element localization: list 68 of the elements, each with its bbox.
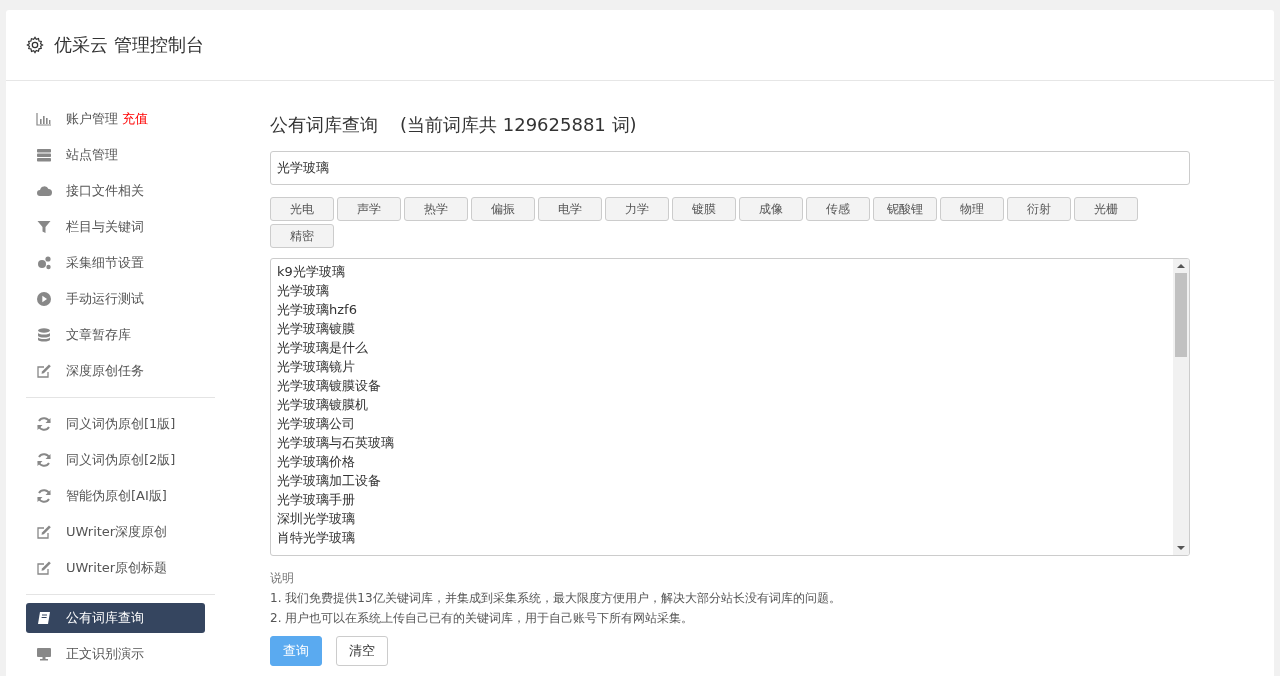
tag-button[interactable]: 光电 bbox=[270, 197, 334, 221]
result-item[interactable]: 光学玻璃hzf6 bbox=[277, 300, 1167, 319]
sidebar-item[interactable]: 智能伪原创[AI版] bbox=[26, 478, 205, 514]
clear-button[interactable]: 清空 bbox=[336, 636, 388, 666]
tag-button[interactable]: 镀膜 bbox=[672, 197, 736, 221]
sidebar-item[interactable]: 采集细节设置 bbox=[26, 245, 205, 281]
edit-icon bbox=[36, 363, 52, 379]
sidebar-item[interactable]: 接口文件相关 bbox=[26, 173, 205, 209]
result-item[interactable]: 光学玻璃镀膜设备 bbox=[277, 376, 1167, 395]
result-item[interactable]: 深圳光学玻璃 bbox=[277, 509, 1167, 528]
tag-button[interactable]: 铌酸锂 bbox=[873, 197, 937, 221]
sidebar-item[interactable]: 深度原创任务 bbox=[26, 353, 205, 389]
result-item[interactable]: 光学玻璃是什么 bbox=[277, 338, 1167, 357]
database-icon bbox=[36, 327, 52, 343]
play-icon bbox=[36, 291, 52, 307]
tag-button[interactable]: 电学 bbox=[538, 197, 602, 221]
result-item[interactable]: 肖特光学玻璃 bbox=[277, 528, 1167, 547]
tag-button[interactable]: 物理 bbox=[940, 197, 1004, 221]
page-title: 公有词库查询 bbox=[270, 113, 378, 137]
refresh-icon bbox=[36, 416, 52, 432]
tag-button[interactable]: 热学 bbox=[404, 197, 468, 221]
sidebar-item[interactable]: 同义词伪原创[2版] bbox=[26, 442, 205, 478]
edit-icon bbox=[36, 560, 52, 576]
refresh-icon bbox=[36, 488, 52, 504]
result-item[interactable]: 光学玻璃镜片 bbox=[277, 357, 1167, 376]
tag-button[interactable]: 偏振 bbox=[471, 197, 535, 221]
result-item[interactable]: 光学玻璃镀膜 bbox=[277, 319, 1167, 338]
tag-button[interactable]: 衍射 bbox=[1007, 197, 1071, 221]
refresh-icon bbox=[36, 452, 52, 468]
result-item[interactable]: 光学玻璃与石英玻璃 bbox=[277, 433, 1167, 452]
tag-button[interactable]: 光栅 bbox=[1074, 197, 1138, 221]
tag-button[interactable]: 传感 bbox=[806, 197, 870, 221]
tag-button[interactable]: 成像 bbox=[739, 197, 803, 221]
sidebar-item[interactable]: 文章暂存库 bbox=[26, 317, 205, 353]
sidebar-item[interactable]: 站点管理 bbox=[26, 137, 205, 173]
book-icon bbox=[36, 610, 52, 626]
sidebar-item[interactable]: 同义词伪原创[1版] bbox=[26, 406, 205, 442]
bar-chart-icon bbox=[36, 111, 52, 127]
tag-button[interactable]: 精密 bbox=[270, 224, 334, 248]
note-text: 1. 我们免费提供13亿关键词库，并集成到采集系统，最大限度方便用户，解决大部分站长没有词库的问题。 bbox=[270, 590, 842, 607]
result-item[interactable]: 光学玻璃手册 bbox=[277, 490, 1167, 509]
tag-button[interactable]: 力学 bbox=[605, 197, 669, 221]
result-item[interactable]: 光学玻璃加工设备 bbox=[277, 471, 1167, 490]
word-count: (当前词库共 129625881 词) bbox=[400, 113, 637, 137]
sidebar-item[interactable]: UWriter原创标题 bbox=[26, 550, 205, 586]
result-item[interactable]: 光学玻璃公司 bbox=[277, 414, 1167, 433]
sidebar-item[interactable]: 账户管理 充值 bbox=[26, 101, 205, 137]
app-title: 优采云 管理控制台 bbox=[54, 33, 204, 57]
search-field[interactable]: 光学玻璃 bbox=[270, 151, 1190, 185]
scrollbar[interactable] bbox=[1173, 259, 1189, 555]
sidebar-item[interactable]: UWriter深度原创 bbox=[26, 514, 205, 550]
server-icon bbox=[36, 147, 52, 163]
notes-title: 说明 bbox=[270, 570, 295, 587]
monitor-icon bbox=[36, 646, 52, 662]
settings-icon bbox=[26, 36, 44, 54]
sidebar-item[interactable]: 栏目与关键词 bbox=[26, 209, 205, 245]
result-item[interactable]: 光学玻璃镀膜机 bbox=[277, 395, 1167, 414]
note-text: 2. 用户也可以在系统上传自己已有的关键词库，用于自己账号下所有网站采集。 bbox=[270, 610, 695, 627]
edit-icon bbox=[36, 524, 52, 540]
result-item[interactable]: 光学玻璃 bbox=[277, 281, 1167, 300]
result-item[interactable]: k9光学玻璃 bbox=[277, 262, 1167, 281]
filter-icon bbox=[36, 219, 52, 235]
tag-button[interactable]: 声学 bbox=[337, 197, 401, 221]
result-item[interactable]: 光学玻璃价格 bbox=[277, 452, 1167, 471]
sidebar-item[interactable]: 手动运行测试 bbox=[26, 281, 205, 317]
cloud-upload-icon bbox=[36, 183, 52, 199]
sidebar-item[interactable]: 公有词库查询 bbox=[26, 603, 205, 633]
sidebar-item[interactable]: 正文识别演示 bbox=[26, 636, 205, 672]
